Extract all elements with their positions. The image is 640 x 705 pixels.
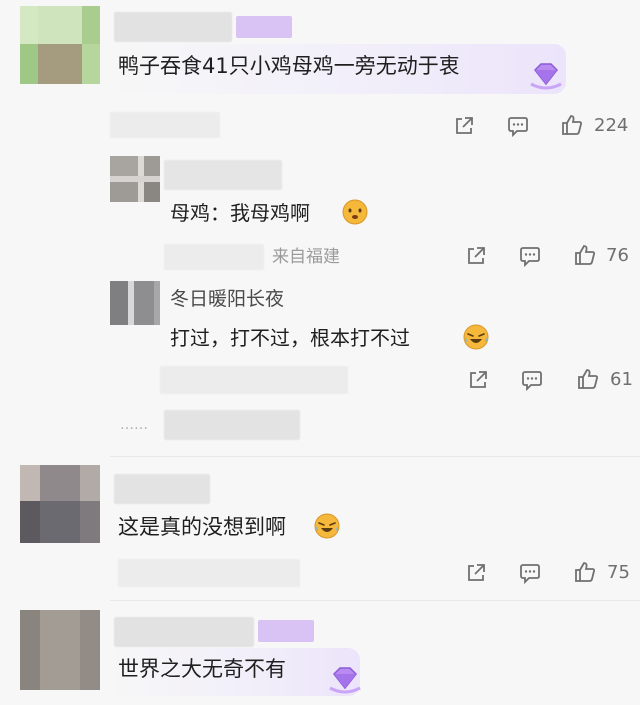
diamond-badge-icon bbox=[326, 664, 364, 698]
share-icon[interactable] bbox=[464, 561, 488, 585]
comment-text: 这是真的没想到啊 bbox=[118, 515, 286, 539]
thumbs-up-icon[interactable] bbox=[573, 560, 597, 584]
reply-text: 打过，打不过，根本打不过 bbox=[170, 326, 410, 350]
username-redacted[interactable] bbox=[114, 12, 232, 42]
comment-icon[interactable] bbox=[518, 244, 542, 268]
more-replies-redacted[interactable] bbox=[164, 410, 300, 440]
comment-icon[interactable] bbox=[518, 561, 542, 585]
comment-text: 世界之大无奇不有 bbox=[118, 657, 286, 681]
avatar[interactable] bbox=[110, 281, 160, 325]
comment-text: 鸭子吞食41只小鸡母鸡一旁无动于衷 bbox=[118, 54, 460, 78]
comment-divider bbox=[110, 456, 640, 457]
username-redacted[interactable] bbox=[114, 617, 254, 647]
share-icon[interactable] bbox=[452, 114, 476, 138]
timestamp-redacted bbox=[110, 112, 220, 138]
laughing-crying-emoji-icon bbox=[463, 324, 489, 350]
avatar[interactable] bbox=[20, 465, 100, 543]
like-count: 61 bbox=[610, 369, 633, 390]
like-count: 76 bbox=[606, 245, 629, 266]
reply-author[interactable]: 冬日暖阳长夜 bbox=[170, 285, 284, 313]
shy-face-emoji-icon bbox=[342, 199, 368, 225]
username-redacted[interactable] bbox=[114, 474, 210, 504]
comment-divider bbox=[110, 600, 640, 601]
vip-badge bbox=[236, 16, 292, 38]
timestamp-redacted bbox=[118, 559, 300, 587]
timestamp-redacted bbox=[160, 366, 348, 394]
avatar[interactable] bbox=[20, 610, 100, 690]
avatar[interactable] bbox=[110, 156, 160, 202]
thumbs-up-icon[interactable] bbox=[573, 243, 597, 267]
comment-icon[interactable] bbox=[506, 114, 530, 138]
avatar[interactable] bbox=[20, 6, 100, 84]
thumbs-up-icon[interactable] bbox=[560, 113, 584, 137]
username-redacted[interactable] bbox=[164, 160, 282, 190]
reply-location: 来自福建 bbox=[272, 247, 340, 267]
share-icon[interactable] bbox=[466, 368, 490, 392]
timestamp-redacted bbox=[164, 244, 264, 270]
like-count: 75 bbox=[607, 562, 630, 583]
share-icon[interactable] bbox=[464, 244, 488, 268]
more-replies-dots[interactable]: …… bbox=[120, 414, 148, 436]
thumbs-up-icon[interactable] bbox=[576, 367, 600, 391]
comment-icon[interactable] bbox=[520, 368, 544, 392]
like-count: 224 bbox=[594, 115, 629, 136]
laughing-crying-emoji-icon bbox=[314, 513, 340, 539]
diamond-badge-icon bbox=[527, 60, 565, 94]
vip-badge bbox=[258, 620, 314, 642]
reply-text: 母鸡：我母鸡啊 bbox=[170, 201, 310, 225]
comment-feed: 鸭子吞食41只小鸡母鸡一旁无动于衷 224 母鸡：我母鸡啊 来自福建 76 冬日… bbox=[0, 0, 640, 705]
